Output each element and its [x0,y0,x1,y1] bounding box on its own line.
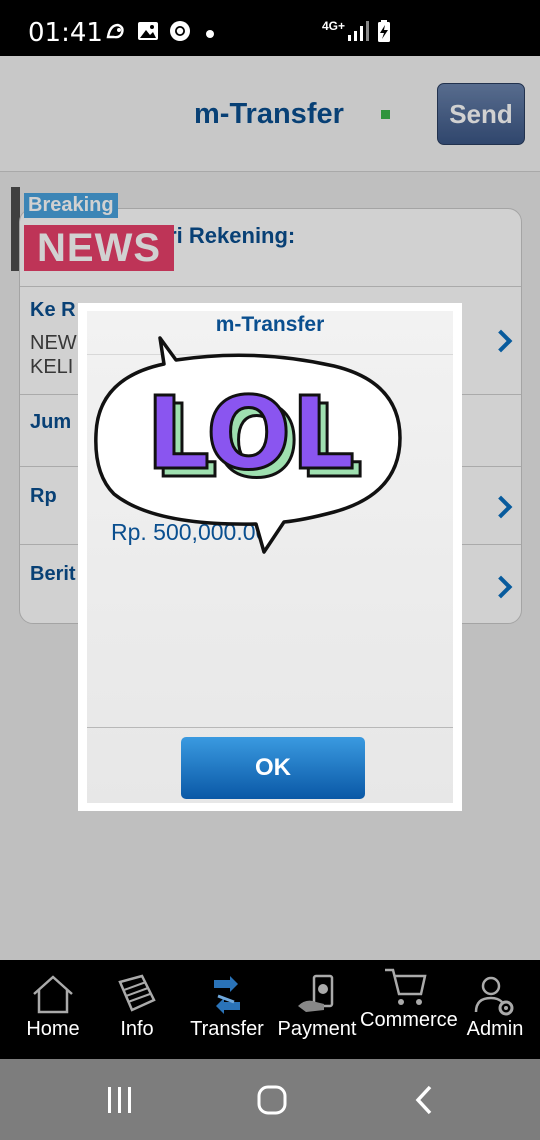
nav-admin[interactable]: Admin [452,960,538,1059]
nav-commerce[interactable]: Commerce [360,960,458,1059]
dialog-divider [87,727,453,728]
nav-transfer[interactable]: Transfer [184,960,270,1059]
nav-payment[interactable]: Payment [274,960,360,1059]
notification-dot-icon [206,30,214,38]
bottom-nav: Home Info Transfer Payment Commerce Admi… [0,960,540,1059]
transfer-icon [214,976,240,1014]
uc-browser-icon [106,23,124,39]
payment-icon [298,974,334,1012]
signal-icon [348,21,369,41]
status-bar: 01:41 4G+ [0,0,540,56]
cart-icon [385,968,427,1005]
network-type: 4G+ [322,19,346,33]
back-icon[interactable] [410,1085,438,1115]
chrome-icon [170,21,190,41]
home-button-icon[interactable] [256,1085,288,1115]
nav-home[interactable]: Home [8,960,98,1059]
svg-text:LOL: LOL [146,375,355,492]
recent-apps-icon[interactable] [104,1085,136,1115]
lol-sticker: LOL LOL [94,336,402,554]
battery-charging-icon [378,20,390,42]
home-icon [33,975,73,1014]
nav-info[interactable]: Info [96,960,178,1059]
image-icon [138,22,158,40]
clock: 01:41 [28,18,103,48]
system-nav-bar [0,1059,540,1140]
admin-icon [474,976,514,1016]
info-book-icon [118,974,156,1012]
ok-button[interactable]: OK [181,737,365,799]
lol-text: LOL LOL [145,374,365,502]
